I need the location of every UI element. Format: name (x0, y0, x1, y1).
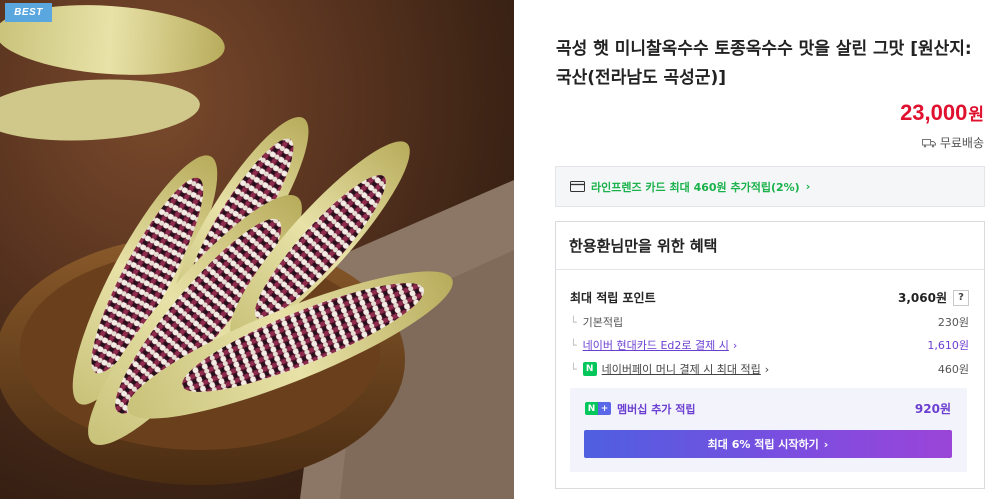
benefit-row-basic: └ 기본적립 230원 (570, 314, 969, 330)
best-badge: BEST (5, 3, 52, 22)
card-promo-text: 라인프렌즈 카드 최대 460원 추가적립(2%) (591, 180, 800, 194)
benefit-row-card[interactable]: └ 네이버 현대카드 Ed2로 결제 시 › 1,610원 (570, 337, 969, 353)
benefit-row-label: 기본적립 (582, 316, 624, 329)
benefit-row-npay[interactable]: └ N 네이버페이 머니 결제 시 최대 적립 › 460원 (570, 361, 969, 377)
membership-value: 920원 (914, 402, 951, 416)
benefit-row-value: 230원 (937, 316, 969, 329)
membership-row: N + 멤버십 추가 적립 920원 (585, 400, 951, 417)
truck-icon (921, 138, 936, 147)
shipping-info: 무료배송 (921, 134, 984, 151)
hyundai-card-link[interactable]: 네이버 현대카드 Ed2로 결제 시 (583, 337, 729, 353)
chevron-right-icon: › (805, 180, 811, 193)
benefits-box: 한용환님만을 위한 혜택 최대 적립 포인트 3,060원 ? └ 기본적립 2… (555, 221, 985, 489)
product-title: 곡성 햇 미니찰옥수수 토종옥수수 맛을 살린 그맛 [원산지:국산(전라남도 … (556, 39, 972, 88)
max-points-row: 최대 적립 포인트 3,060원 ? (570, 289, 969, 306)
benefit-row-value: 1,610원 (927, 339, 969, 352)
help-button[interactable]: ? (953, 289, 969, 306)
benefits-heading: 한용환님만을 위한 혜택 (556, 222, 984, 270)
indent-marker-icon: └ (570, 362, 577, 376)
npay-icon: N (582, 362, 597, 376)
card-promo-banner[interactable]: 라인프렌즈 카드 최대 460원 추가적립(2%) › (555, 166, 985, 207)
max-points-label: 최대 적립 포인트 (570, 291, 656, 305)
chevron-right-icon: › (764, 362, 770, 376)
membership-box: N + 멤버십 추가 적립 920원 최대 6% 적립 시작하기 › (570, 388, 967, 472)
chevron-right-icon: › (823, 437, 829, 451)
product-image: BEST (0, 0, 514, 499)
price-value: 23,000 (900, 100, 968, 125)
membership-label: 멤버십 추가 적립 (617, 402, 696, 416)
shipping-label: 무료배송 (939, 136, 984, 150)
indent-marker-icon: └ (570, 315, 577, 329)
indent-marker-icon: └ (570, 338, 577, 352)
nplus-icon: N + (585, 402, 611, 415)
price-unit: 원 (968, 105, 984, 125)
card-icon (570, 181, 585, 192)
start-membership-button[interactable]: 최대 6% 적립 시작하기 › (584, 430, 952, 458)
max-points-value: 3,060원 (898, 291, 947, 305)
benefit-row-value: 460원 (937, 363, 969, 376)
cta-label: 최대 6% 적립 시작하기 (707, 438, 819, 451)
price: 23,000 원 (900, 100, 984, 126)
npay-money-link[interactable]: 네이버페이 머니 결제 시 최대 적립 (602, 361, 761, 377)
chevron-right-icon: › (732, 338, 738, 352)
